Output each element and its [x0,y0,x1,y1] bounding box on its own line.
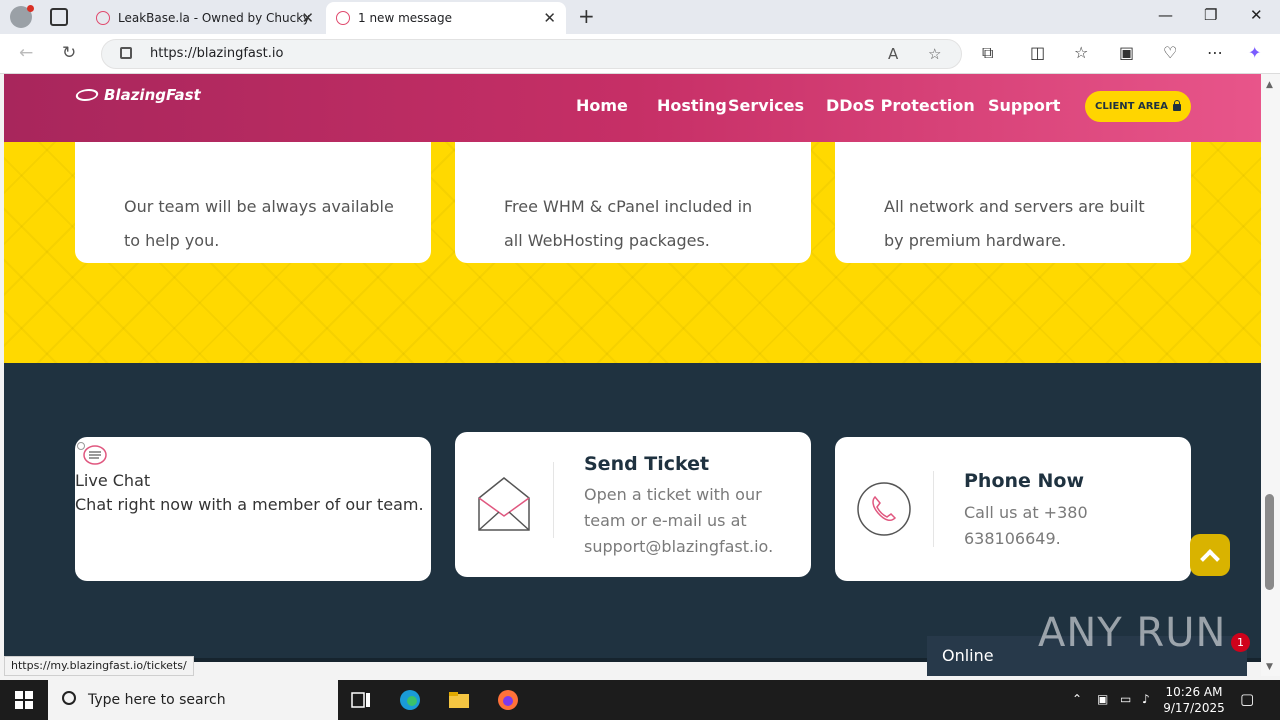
taskbar-search[interactable]: Type here to search [48,680,338,720]
client-area-label: CLIENT AREA [1095,101,1168,112]
send-ticket-card[interactable]: Send Ticket Open a ticket with our team … [455,432,811,577]
copilot-icon[interactable]: ✦ [1248,43,1261,62]
search-placeholder: Type here to search [88,692,226,708]
taskbar-clock[interactable]: 10:26 AM 9/17/2025 [1160,684,1228,716]
page-viewport: Our team will be always available to hel… [4,74,1261,662]
windows-start-icon[interactable] [15,691,33,709]
firefox-icon[interactable] [497,689,519,711]
tab-leakbase[interactable]: LeakBase.la - Owned by Chucky ✕ [86,2,324,34]
new-tab-button[interactable]: + [578,4,595,28]
tab-new-message[interactable]: 1 new message ✕ [326,2,566,34]
close-tab-icon[interactable]: ✕ [301,9,314,27]
edge-browser-icon[interactable] [399,689,421,711]
split-screen-icon[interactable]: ◫ [1030,43,1045,62]
phone-card[interactable]: Phone Now Call us at +380 638106649. [835,437,1191,581]
file-explorer-icon[interactable] [448,689,470,711]
read-aloud-icon[interactable]: A [888,45,898,63]
chat-bubble-icon [77,442,107,465]
close-tab-icon[interactable]: ✕ [543,9,556,27]
nav-ddos-protection[interactable]: DDoS Protection [826,96,975,115]
profile-notification-dot [27,5,34,12]
client-area-button[interactable]: CLIENT AREA [1085,91,1191,122]
scrollbar-thumb[interactable] [1265,494,1274,590]
collections-icon[interactable]: ▣ [1119,43,1134,62]
notifications-icon[interactable]: ▢ [1240,690,1254,708]
nav-home[interactable]: Home [576,96,628,115]
lock-icon [1172,100,1181,111]
volume-icon[interactable]: ♪ [1142,692,1150,706]
page-scrollbar[interactable]: ▲ ▼ [1261,74,1280,676]
site-info-icon[interactable] [120,47,132,59]
taskbar: Type here to search ⌃ ▣ ▭ ♪ 10:26 AM 9/1… [0,680,1280,720]
scroll-up-icon[interactable]: ▲ [1266,80,1273,90]
favorites-icon[interactable]: ☆ [1074,43,1088,62]
device-icon[interactable]: ▣ [1097,692,1108,706]
url-bar[interactable]: https://blazingfast.io A ☆ [101,39,962,69]
live-chat-card[interactable]: Live Chat Chat right now with a member o… [75,437,431,581]
leakbase-favicon-icon [96,11,110,25]
scroll-to-top-button[interactable] [1190,534,1230,576]
tab-actions-icon[interactable] [50,8,68,26]
phone-title: Phone Now [964,470,1085,492]
chat-status: Online [942,646,994,665]
restore-icon[interactable]: ❐ [1204,6,1217,24]
back-arrow-icon[interactable]: ← [19,43,33,63]
card-divider [553,462,554,538]
favorite-star-icon[interactable]: ☆ [928,45,941,63]
browser-tab-bar: LeakBase.la - Owned by Chucky ✕ 1 new me… [0,0,1280,34]
nav-hosting[interactable]: Hosting [657,96,727,115]
feature-text: Free WHM & cPanel included in all WebHos… [504,197,753,250]
anyrun-watermark: ANY RUN [1038,610,1227,656]
card-divider [933,471,934,547]
tab-title: LeakBase.la - Owned by Chucky [118,11,310,25]
nav-services[interactable]: Services [728,96,804,115]
scroll-down-icon[interactable]: ▼ [1266,662,1273,672]
tray-overflow-icon[interactable]: ⌃ [1072,692,1082,706]
url-text[interactable]: https://blazingfast.io [150,46,283,61]
send-ticket-title: Send Ticket [584,453,710,475]
search-icon [62,691,76,705]
chevron-up-icon [1200,549,1220,569]
logo-swoosh-icon [73,89,101,101]
live-chat-title: Live Chat [75,471,151,490]
nav-support[interactable]: Support [988,96,1060,115]
phone-desc: Call us at +380 638106649. [964,503,1088,548]
close-window-icon[interactable]: ✕ [1250,6,1263,24]
logo-text: BlazingFast [104,86,201,104]
browser-essentials-icon[interactable]: ♡ [1163,43,1177,62]
feature-text: Our team will be always available to hel… [124,197,394,250]
envelope-icon [478,477,530,531]
network-icon[interactable]: ▭ [1120,692,1131,706]
site-logo[interactable]: BlazingFast [73,86,201,104]
more-options-icon[interactable]: ⋯ [1207,43,1223,62]
site-header: BlazingFast Home Hosting Services DDoS P… [4,74,1261,142]
phone-icon [857,482,911,536]
clock-time: 10:26 AM [1165,685,1223,699]
blazingfast-favicon-icon [336,11,350,25]
feature-text: All network and servers are built by pre… [884,197,1145,250]
chat-notification-badge: 1 [1231,633,1250,652]
task-view-icon[interactable] [350,689,372,711]
clock-date: 9/17/2025 [1163,701,1225,715]
tab-title: 1 new message [358,11,452,25]
status-bar-url: https://my.blazingfast.io/tickets/ [4,656,194,676]
minimize-icon[interactable]: — [1158,6,1173,24]
address-toolbar: ← ↻ https://blazingfast.io A ☆ ⧉ ◫ ☆ ▣ ♡… [0,34,1280,74]
refresh-icon[interactable]: ↻ [62,43,76,63]
extensions-icon[interactable]: ⧉ [982,43,993,63]
send-ticket-desc: Open a ticket with our team or e-mail us… [584,485,774,556]
live-chat-desc: Chat right now with a member of our team… [75,495,424,514]
